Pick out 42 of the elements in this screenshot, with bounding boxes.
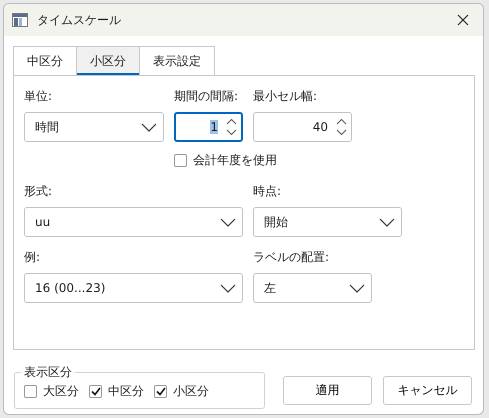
close-icon [457, 14, 469, 26]
dropdown[interactable]: 開始 [253, 207, 402, 237]
field-label: 時点: [253, 183, 282, 199]
checkbox[interactable] [174, 154, 187, 167]
field-label: 形式: [24, 183, 54, 199]
chevron-down-icon [226, 129, 237, 136]
spin-box[interactable]: 40 [253, 112, 352, 142]
field-label: ラベルの配置: [253, 249, 330, 265]
chevron-down-icon [220, 284, 236, 292]
tab[interactable]: 中区分 [13, 46, 77, 75]
group-title: 表示区分 [21, 364, 75, 380]
checkbox-label: 中区分 [108, 383, 144, 400]
spin-box[interactable]: 1 [174, 112, 243, 142]
dropdown[interactable]: uu [24, 207, 243, 237]
app-icon [12, 13, 28, 27]
checkbox[interactable] [154, 385, 167, 398]
field-label: 期間の間隔: [174, 88, 240, 104]
checkmark-icon [90, 387, 100, 396]
dropdown[interactable]: 16 (00...23) [24, 273, 243, 303]
dropdown[interactable]: 左 [253, 273, 372, 303]
field-label: 最小セル幅: [253, 88, 318, 104]
dialog-button[interactable]: キャンセル [383, 376, 472, 405]
checkbox-label: 大区分 [43, 383, 79, 400]
dialog-button[interactable]: 適用 [283, 376, 372, 405]
chevron-down-icon [220, 218, 236, 226]
chevron-down-icon [336, 129, 347, 136]
field-label: 単位: [24, 88, 54, 104]
chevron-up-icon [226, 118, 237, 125]
checkbox-label: 小区分 [173, 383, 209, 400]
window-title: タイムスケール [37, 12, 122, 28]
chevron-down-icon [349, 284, 365, 292]
tab[interactable]: 表示設定 [139, 46, 215, 75]
checkmark-icon [156, 387, 166, 396]
dropdown[interactable]: 時間 [24, 112, 164, 142]
checkbox[interactable] [89, 385, 102, 398]
checkbox-label: 会計年度を使用 [193, 152, 277, 169]
chevron-down-icon [141, 122, 157, 132]
tab[interactable]: 小区分 [76, 46, 140, 75]
checkbox[interactable] [24, 385, 37, 398]
field-label: 例: [24, 249, 42, 265]
chevron-up-icon [336, 118, 347, 125]
chevron-down-icon [379, 218, 395, 226]
